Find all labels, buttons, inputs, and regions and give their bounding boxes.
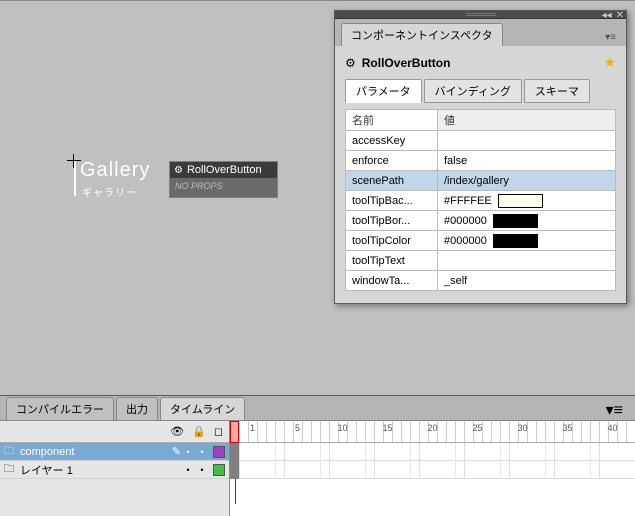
param-name: toolTipColor	[346, 231, 438, 251]
ruler-tick: 5	[275, 423, 320, 433]
param-value[interactable]: /index/gallery	[438, 171, 616, 191]
layer-folder-icon: 🗀	[0, 460, 18, 479]
layer-color-chip[interactable]	[213, 446, 225, 458]
parameter-row[interactable]: toolTipText	[346, 251, 616, 271]
component-title: RollOverButton	[362, 56, 451, 70]
outline-column-icon[interactable]: ◻	[214, 425, 223, 438]
param-value[interactable]: false	[438, 151, 616, 171]
frame-ruler[interactable]: 15101520253035404550	[230, 421, 635, 443]
color-swatch[interactable]	[498, 194, 543, 208]
frame-row[interactable]	[230, 461, 635, 479]
parameter-row[interactable]: scenePath/index/gallery	[346, 171, 616, 191]
subtab-parameters[interactable]: パラメータ	[345, 79, 422, 103]
parameter-row[interactable]: toolTipColor#000000	[346, 231, 616, 251]
eye-column-icon[interactable]: 👁	[170, 425, 184, 438]
layer-row[interactable]: 🗀レイヤー 1••	[0, 461, 229, 479]
tab-timeline[interactable]: タイムライン	[160, 397, 245, 420]
col-header-value[interactable]: 値	[438, 110, 616, 131]
ruler-tick: 40	[590, 423, 635, 433]
param-name: enforce	[346, 151, 438, 171]
component-node-body: NO PROPS	[170, 178, 277, 197]
collapse-icon[interactable]: ◂◂	[602, 10, 612, 21]
star-icon[interactable]: ★	[603, 54, 616, 71]
panel-options-menu[interactable]: ▾≡	[605, 32, 620, 46]
param-name: accessKey	[346, 131, 438, 151]
parameter-row[interactable]: accessKey	[346, 131, 616, 151]
parameter-row[interactable]: toolTipBor...#000000	[346, 211, 616, 231]
lock-column-icon[interactable]: 🔒	[192, 425, 206, 438]
tab-output[interactable]: 出力	[116, 397, 158, 420]
parameter-row[interactable]: windowTa..._self	[346, 271, 616, 291]
param-value[interactable]	[438, 251, 616, 271]
bottom-panel: コンパイルエラー 出力 タイムライン ▾≡ 👁 🔒 ◻ 🗀component✎•…	[0, 395, 635, 515]
panel-titlebar[interactable]: ◂◂ ✕	[335, 11, 626, 19]
keyframe[interactable]	[230, 443, 239, 461]
gallery-subtitle: ギャラリー	[82, 184, 137, 199]
param-name: scenePath	[346, 171, 438, 191]
param-value[interactable]: #000000	[438, 211, 616, 231]
parameter-table[interactable]: 名前 値 accessKeyenforcefalsescenePath/inde…	[345, 109, 616, 291]
layer-name[interactable]: component	[18, 446, 172, 458]
ruler-tick: 25	[455, 423, 500, 433]
subtab-binding[interactable]: バインディング	[424, 79, 522, 103]
frames-panel[interactable]: 15101520253035404550	[230, 421, 635, 516]
gallery-title: Gallery	[80, 159, 150, 182]
color-swatch[interactable]	[493, 214, 538, 228]
param-value[interactable]: #000000	[438, 231, 616, 251]
close-icon[interactable]: ✕	[616, 10, 624, 21]
ruler-tick: 30	[500, 423, 545, 433]
ruler-tick: 20	[410, 423, 455, 433]
param-name: toolTipBor...	[346, 211, 438, 231]
panel-tab-inspector[interactable]: コンポーネントインスペクタ	[341, 23, 503, 46]
param-value[interactable]: #FFFFEE	[438, 191, 616, 211]
gallery-decoration-bar	[74, 161, 76, 196]
layer-color-chip[interactable]	[213, 464, 225, 476]
param-value[interactable]: _self	[438, 271, 616, 291]
pencil-icon: ✎	[172, 445, 181, 458]
ruler-tick: 1	[230, 423, 275, 433]
parameter-row[interactable]: enforcefalse	[346, 151, 616, 171]
ruler-tick: 15	[365, 423, 410, 433]
layer-visibility-dot[interactable]: •	[181, 447, 195, 457]
frame-row[interactable]	[230, 443, 635, 461]
component-inspector-panel[interactable]: ◂◂ ✕ コンポーネントインスペクタ ▾≡ ⚙ RollOverButton ★…	[334, 10, 627, 304]
grip-icon	[466, 13, 496, 17]
gear-icon: ⚙	[345, 56, 356, 70]
layer-name[interactable]: レイヤー 1	[18, 462, 181, 478]
rollover-component-instance[interactable]: ⚙ RollOverButton NO PROPS	[169, 161, 278, 198]
col-header-name[interactable]: 名前	[346, 110, 438, 131]
color-swatch[interactable]	[493, 234, 538, 248]
subtab-schema[interactable]: スキーマ	[524, 79, 590, 103]
keyframe[interactable]	[230, 461, 239, 479]
component-node-title: RollOverButton	[187, 164, 262, 176]
layer-lock-dot[interactable]: •	[195, 447, 209, 457]
param-name: toolTipText	[346, 251, 438, 271]
layer-lock-dot[interactable]: •	[195, 465, 209, 475]
layer-row[interactable]: 🗀component✎••	[0, 443, 229, 461]
param-name: windowTa...	[346, 271, 438, 291]
layer-folder-icon: 🗀	[0, 442, 18, 461]
param-value[interactable]	[438, 131, 616, 151]
param-name: toolTipBac...	[346, 191, 438, 211]
parameter-row[interactable]: toolTipBac...#FFFFEE	[346, 191, 616, 211]
ruler-tick: 10	[320, 423, 365, 433]
layer-panel[interactable]: 👁 🔒 ◻ 🗀component✎••🗀レイヤー 1••	[0, 421, 230, 516]
layer-visibility-dot[interactable]: •	[181, 465, 195, 475]
ruler-tick: 35	[545, 423, 590, 433]
tab-compile-errors[interactable]: コンパイルエラー	[6, 397, 114, 420]
gear-icon: ⚙	[174, 165, 183, 176]
panel-options-menu[interactable]: ▾≡	[606, 400, 629, 420]
